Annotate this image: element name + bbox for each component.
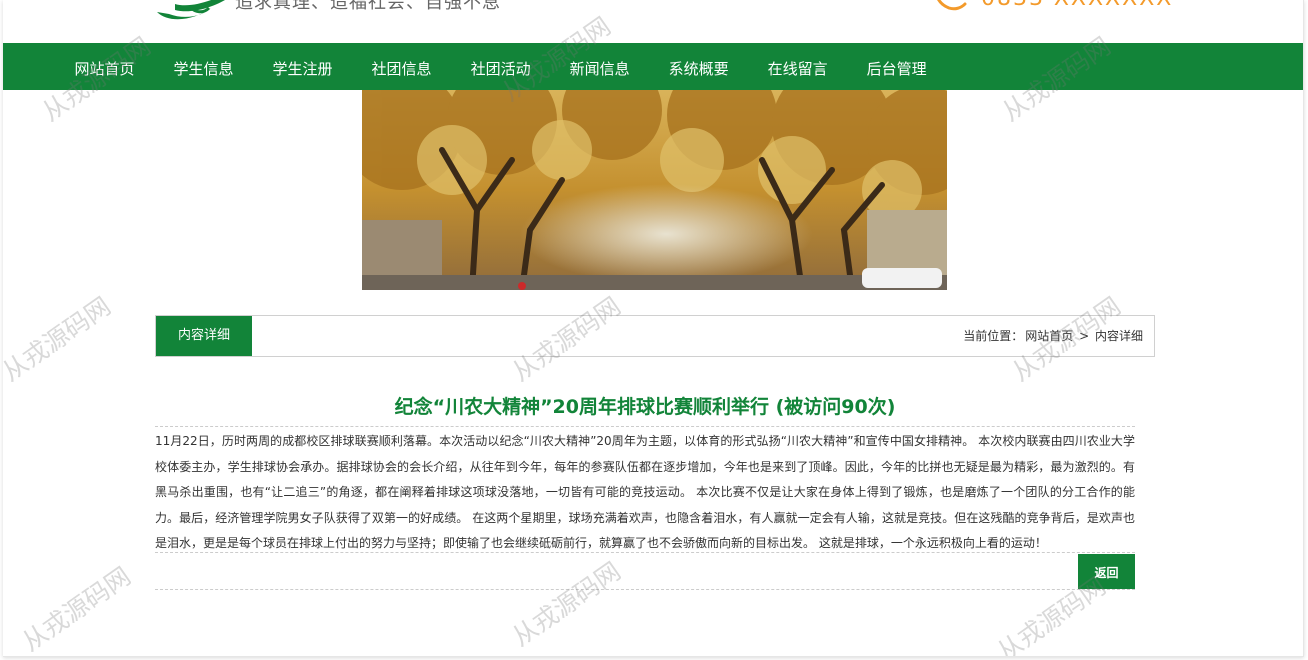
nav-item[interactable]: 新闻信息	[550, 43, 649, 90]
nav-item[interactable]: 在线留言	[748, 43, 847, 90]
nav-item[interactable]: 学生注册	[253, 43, 352, 90]
body-divider	[155, 552, 1135, 553]
phone-icon	[937, 0, 967, 11]
site-slogan: 追求真理、造福社会、自强不息	[235, 0, 501, 13]
breadcrumb-home-link[interactable]: 网站首页	[1025, 329, 1073, 343]
banner-image	[362, 90, 947, 290]
nav-item[interactable]: 学生信息	[154, 43, 253, 90]
breadcrumb-current: 内容详细	[1094, 329, 1143, 343]
footer-divider	[155, 589, 1135, 590]
watermark: 从戎源码网	[16, 561, 136, 657]
nav-item[interactable]: 社团活动	[451, 43, 550, 90]
breadcrumb-separator: >	[1079, 329, 1090, 343]
breadcrumb: 当前位置： 网站首页 > 内容详细	[962, 316, 1144, 356]
site-header: 追求真理、造福社会、自强不息 0833-XXXXXXX	[3, 0, 1303, 43]
article-body: 11月22日，历时两周的成都校区排球联赛顺利落幕。本次活动以纪念“川农大精神”2…	[155, 434, 1135, 550]
back-button[interactable]: 返回	[1078, 554, 1135, 589]
watermark: 从戎源码网	[506, 556, 626, 652]
banner-photo	[362, 90, 947, 290]
breadcrumb-label: 当前位置：	[963, 329, 1024, 343]
nav-item[interactable]: 社团信息	[352, 43, 451, 90]
watermark: 从戎源码网	[3, 291, 116, 387]
contact-phone: 0833-XXXXXXX	[981, 0, 1173, 11]
nav-item[interactable]: 网站首页	[55, 43, 154, 90]
nav-item[interactable]: 系统概要	[649, 43, 748, 90]
title-divider	[155, 426, 1135, 427]
content-section-title: 内容详细	[156, 316, 252, 356]
content-header-bar: 内容详细 当前位置： 网站首页 > 内容详细	[155, 315, 1155, 357]
school-logo	[157, 0, 225, 20]
main-nav: 网站首页 学生信息 学生注册 社团信息 社团活动 新闻信息 系统概要 在线留言 后台管理	[3, 43, 1303, 90]
nav-item[interactable]: 后台管理	[847, 43, 946, 90]
article-title: 纪念“川农大精神”20周年排球比赛顺利举行 (被访问90次)	[394, 396, 896, 418]
page-frame: 追求真理、造福社会、自强不息 0833-XXXXXXX 网站首页学生信息学生注册…	[3, 0, 1304, 657]
